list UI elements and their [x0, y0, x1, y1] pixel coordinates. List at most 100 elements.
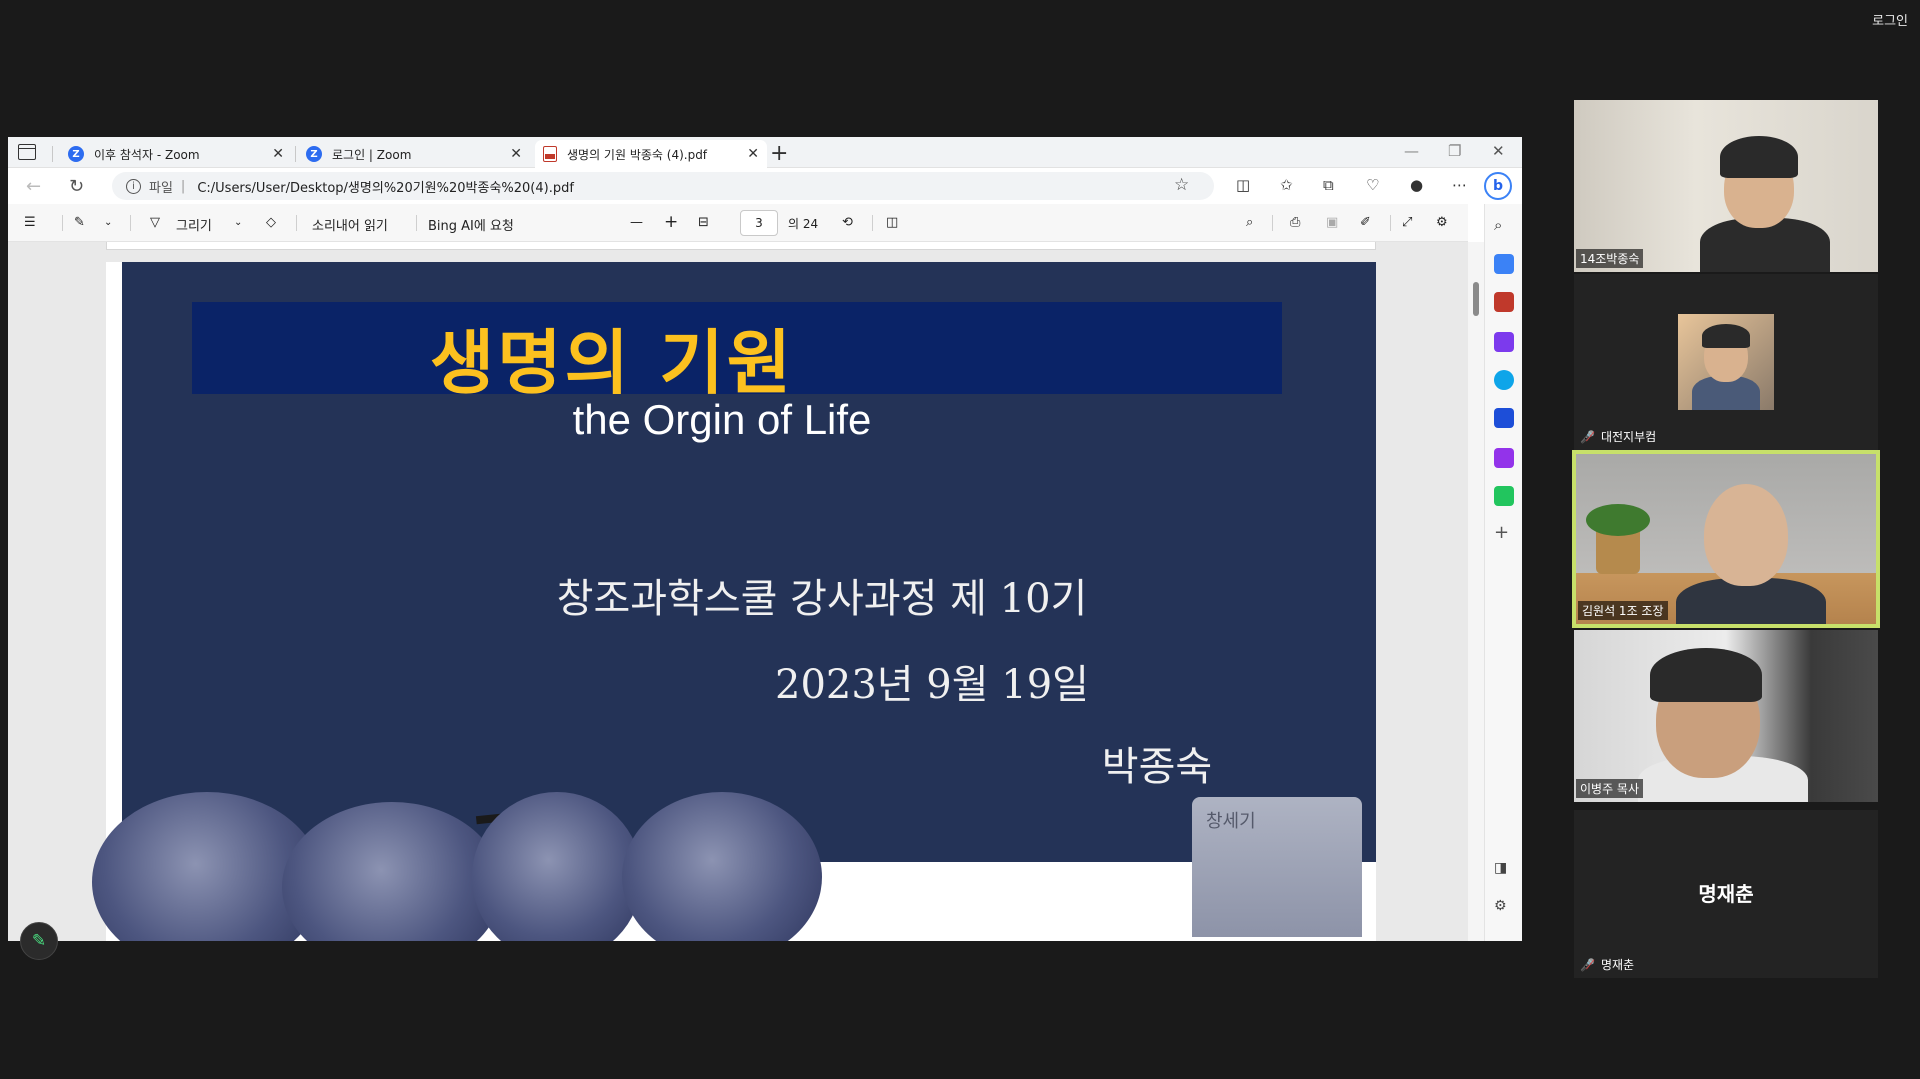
contents-list-icon[interactable]: ☰: [24, 215, 36, 230]
close-icon[interactable]: ✕: [510, 146, 522, 162]
restore-button[interactable]: ❐: [1448, 142, 1461, 160]
address-bar[interactable]: i 파일 | C:/Users/User/Desktop/생명의%20기원%20…: [112, 172, 1214, 200]
slide-course-line: 창조과학스쿨 강사과정 제 10기: [556, 576, 1088, 622]
games-icon[interactable]: [1494, 332, 1514, 352]
scrollbar-thumb[interactable]: [1473, 282, 1479, 316]
slide-subtitle: the Orgin of Life: [572, 396, 872, 443]
save-as-icon[interactable]: ✐: [1360, 215, 1371, 230]
tab-bar: Z 이후 참석자 - Zoom ✕ Z 로그인 | Zoom ✕ 생명의 기원 …: [8, 137, 1522, 168]
participant-tile[interactable]: 14조박종숙: [1574, 100, 1878, 272]
address-url[interactable]: C:/Users/User/Desktop/생명의%20기원%20박종숙%20(…: [197, 177, 574, 196]
slide-author: 박종숙: [1101, 744, 1213, 790]
zoom-icon: Z: [68, 146, 84, 162]
profile-icon[interactable]: ●: [1410, 176, 1423, 194]
toolbar-divider: [62, 215, 63, 231]
pdf-toolbar: ☰ ✎ ⌄ ▽ 그리기 ⌄ ◇ 소리내어 읽기 Bing AI에 요청 — + …: [8, 204, 1468, 242]
page-total-label: 의 24: [788, 217, 819, 231]
zoom-in-icon[interactable]: +: [664, 212, 678, 232]
login-label[interactable]: 로그인: [1872, 10, 1908, 29]
participant-tile[interactable]: 이병주 목사: [1574, 630, 1878, 802]
address-scheme: 파일: [149, 180, 173, 196]
favorite-star-icon[interactable]: ☆: [1174, 175, 1189, 195]
slide-date: 2023년 9월 19일: [775, 662, 1089, 708]
browser-essentials-icon[interactable]: ♡: [1366, 176, 1379, 194]
close-icon[interactable]: ✕: [747, 146, 759, 162]
fit-width-icon[interactable]: ⊟: [698, 215, 709, 230]
slide-title: 생명의 기원: [429, 322, 795, 404]
read-aloud-button[interactable]: 소리내어 읽기: [312, 215, 388, 234]
draw-button[interactable]: 그리기: [176, 215, 212, 234]
favorites-icon[interactable]: ✩: [1280, 176, 1293, 194]
ask-bing-button[interactable]: Bing AI에 요청: [428, 215, 514, 234]
zoom-out-icon[interactable]: —: [630, 215, 643, 230]
tools-icon[interactable]: [1494, 292, 1514, 312]
sidebar-search-icon[interactable]: ⌕: [1494, 216, 1514, 236]
toolbar-divider: [1272, 215, 1273, 231]
annotate-pen-button[interactable]: ✎: [20, 922, 58, 960]
toolbar-divider: [130, 215, 131, 231]
participant-name: 🎤̸ 명재춘: [1580, 957, 1635, 973]
outlook-icon[interactable]: [1494, 408, 1514, 428]
address-toolbar: ← ↻ i 파일 | C:/Users/User/Desktop/생명의%20기…: [8, 168, 1522, 204]
slide-title-band: 생명의 기원: [192, 302, 1282, 404]
participant-name: 이병주 목사: [1576, 779, 1644, 798]
hide-sidebar-icon[interactable]: ◨: [1494, 860, 1514, 880]
chevron-down-icon[interactable]: ⌄: [234, 217, 242, 228]
page-number-input[interactable]: 3: [740, 210, 778, 236]
participant-tile[interactable]: 🎤̸ 대전지부컴: [1574, 274, 1878, 450]
rotate-icon[interactable]: ⟲: [842, 215, 853, 230]
chevron-down-icon[interactable]: ⌄: [104, 217, 112, 228]
drop-icon[interactable]: [1494, 486, 1514, 506]
refresh-icon[interactable]: ↻: [69, 176, 84, 197]
split-screen-icon[interactable]: ◫: [1236, 176, 1250, 194]
edge-sidebar: ⌕ + ◨ ⚙: [1484, 204, 1522, 941]
pdf-page: 생명의 기원 the Orgin of Life 창조과학스쿨 강사과정 제 1…: [92, 262, 1376, 941]
participant-tile[interactable]: 명재춘 🎤̸ 명재춘: [1574, 810, 1878, 978]
add-sidebar-app-icon[interactable]: +: [1494, 522, 1514, 543]
toolbar-divider: [296, 215, 297, 231]
person-hair: [1702, 324, 1750, 348]
window-close-button[interactable]: ✕: [1492, 142, 1505, 160]
tab-zoom-attendees[interactable]: Z 이후 참석자 - Zoom ✕: [60, 140, 292, 168]
tab-label: 생명의 기원 박종숙 (4).pdf: [567, 147, 708, 162]
sidebar-settings-icon[interactable]: ⚙: [1494, 898, 1514, 918]
shopping-icon[interactable]: [1494, 254, 1514, 274]
bing-copilot-button[interactable]: b: [1484, 172, 1512, 200]
participant-name: 14조박종숙: [1576, 249, 1644, 268]
active-speaker-tile[interactable]: 김원석 1조 조장: [1572, 450, 1880, 628]
minimize-button[interactable]: —: [1404, 142, 1419, 160]
info-icon[interactable]: i: [126, 178, 141, 194]
designer-icon[interactable]: [1494, 448, 1514, 468]
previous-page-edge: [106, 242, 1376, 250]
muted-mic-icon: 🎤̸: [1580, 957, 1595, 972]
save-icon[interactable]: ▣: [1326, 215, 1338, 230]
zoom-icon: Z: [306, 146, 322, 162]
microsoft365-icon[interactable]: [1494, 370, 1514, 390]
zoom-meeting-window: 로그인 Z 이후 참석자 - Zoom ✕ Z 로그인 | Zoom ✕ 생명의…: [0, 0, 1920, 1079]
tab-divider: [295, 146, 296, 162]
tab-actions-icon[interactable]: [18, 144, 36, 160]
eraser-icon[interactable]: ◇: [266, 215, 276, 230]
tab-pdf[interactable]: 생명의 기원 박종숙 (4).pdf ✕: [535, 140, 767, 168]
toolbar-divider: [1390, 215, 1391, 231]
back-arrow-icon[interactable]: ←: [26, 176, 41, 197]
page-view-icon[interactable]: ◫: [886, 215, 898, 230]
search-icon[interactable]: ⌕: [1246, 215, 1253, 230]
draw-icon[interactable]: ▽: [150, 215, 160, 230]
fullscreen-icon[interactable]: ⤢: [1402, 215, 1412, 230]
participant-name: 🎤̸ 대전지부컴: [1580, 429, 1657, 445]
highlight-icon[interactable]: ✎: [74, 215, 85, 230]
new-tab-button[interactable]: +: [770, 141, 788, 166]
participant-display-name: 명재춘: [1698, 882, 1754, 906]
tab-zoom-login[interactable]: Z 로그인 | Zoom ✕: [298, 140, 530, 168]
slide: 생명의 기원 the Orgin of Life 창조과학스쿨 강사과정 제 1…: [122, 262, 1376, 862]
pdf-viewer[interactable]: 생명의 기원 the Orgin of Life 창조과학스쿨 강사과정 제 1…: [8, 242, 1468, 941]
collections-icon[interactable]: ⧉: [1323, 176, 1334, 194]
close-icon[interactable]: ✕: [272, 146, 284, 162]
settings-icon[interactable]: ⚙: [1436, 215, 1448, 230]
vertical-scrollbar[interactable]: [1468, 242, 1484, 941]
participant-name: 김원석 1조 조장: [1578, 601, 1668, 620]
more-menu-icon[interactable]: ⋯: [1452, 176, 1467, 194]
bible-image: 창세기: [1192, 797, 1362, 937]
print-icon[interactable]: ⎙: [1290, 215, 1300, 230]
